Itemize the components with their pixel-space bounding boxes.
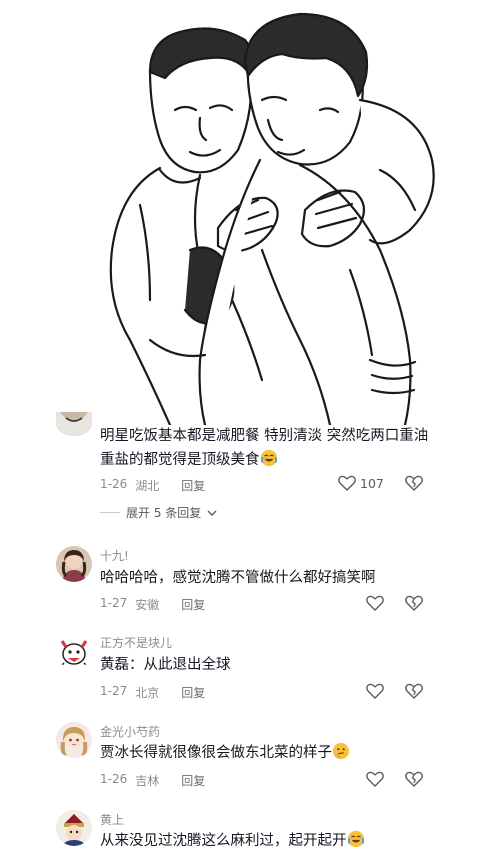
avatar[interactable]	[56, 633, 92, 669]
expand-replies-label: 展开 5 条回复	[126, 506, 202, 520]
comment-date: 1-26	[100, 477, 128, 491]
comment-text-body: 贾冰长得就很像很会做东北菜的样子	[100, 745, 332, 761]
dislike-button[interactable]	[405, 595, 423, 615]
like-button[interactable]	[366, 683, 384, 699]
expand-replies-button[interactable]: 展开 5 条回复	[100, 504, 217, 521]
like-button[interactable]	[366, 771, 384, 787]
comment-text: 从来没见过沈腾这么麻利过，起开起开	[100, 829, 440, 853]
reply-button[interactable]: 回复	[181, 596, 205, 613]
dislike-button[interactable]	[405, 683, 423, 703]
comment-text-body: 从来没见过沈腾这么麻利过，起开起开	[100, 833, 347, 849]
broken-heart-icon	[405, 771, 423, 787]
comment-location: 北京	[135, 686, 160, 700]
sketch-drawing	[109, 12, 435, 425]
comment-text: 明星吃饭基本都是减肥餐 特别清淡 突然吃两口重油重盐的都觉得是顶级美食	[100, 424, 440, 472]
comment-location: 吉林	[135, 774, 160, 788]
heart-outline-icon	[338, 475, 356, 491]
comment-date: 1-26	[100, 772, 128, 786]
dislike-button[interactable]	[405, 475, 423, 495]
reply-button[interactable]: 回复	[181, 684, 205, 701]
comment-date: 1-27	[100, 596, 128, 610]
comment-text: 贾冰长得就很像很会做东北菜的样子	[100, 741, 440, 765]
comment-location: 安徽	[135, 598, 160, 612]
comment-meta: 1-26 湖北 回复	[100, 477, 205, 494]
avatar[interactable]	[56, 810, 92, 846]
like-button[interactable]: 107	[338, 475, 384, 491]
avatar[interactable]	[56, 546, 92, 582]
comment-meta: 1-26 吉林 回复	[100, 772, 205, 789]
comment-date: 1-27	[100, 684, 128, 698]
laughing-tears-emoji	[260, 449, 277, 467]
avatar[interactable]	[56, 722, 92, 758]
like-button[interactable]	[366, 595, 384, 611]
broken-heart-icon	[405, 683, 423, 699]
illustration-image	[0, 0, 480, 425]
chevron-down-icon	[207, 510, 217, 516]
broken-heart-icon	[405, 595, 423, 611]
comment-meta: 1-27 安徽 回复	[100, 596, 205, 613]
reply-button[interactable]: 回复	[181, 477, 205, 494]
dislike-button[interactable]	[405, 771, 423, 791]
thinking-emoji	[332, 742, 350, 760]
comment-text: 哈哈哈哈，感觉沈腾不管做什么都好搞笑啊	[100, 570, 376, 586]
comment-username[interactable]: 十九!	[100, 547, 129, 564]
expand-divider	[100, 512, 120, 513]
avatar[interactable]	[56, 412, 92, 436]
laughing-tears-emoji	[347, 830, 364, 848]
comment-username[interactable]: 金光小芍药	[100, 723, 160, 740]
broken-heart-icon	[405, 475, 423, 491]
comment-location: 湖北	[135, 479, 160, 493]
reply-button[interactable]: 回复	[181, 772, 205, 789]
like-count: 107	[360, 475, 384, 491]
comment-username[interactable]: 黄上	[100, 811, 124, 828]
comment-meta: 1-27 北京 回复	[100, 684, 205, 701]
heart-outline-icon	[366, 771, 384, 787]
heart-outline-icon	[366, 595, 384, 611]
comment-username[interactable]: 正方不是块儿	[100, 634, 172, 651]
comment-text: 黄磊：从此退出全球	[100, 657, 231, 673]
heart-outline-icon	[366, 683, 384, 699]
